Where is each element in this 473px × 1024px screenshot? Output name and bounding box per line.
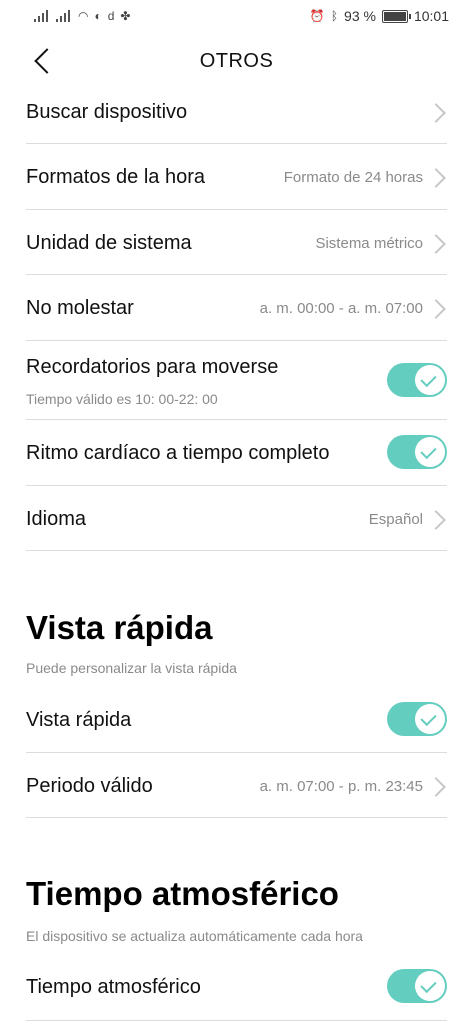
row-idioma[interactable]: Idioma Español	[26, 485, 447, 551]
row-label: Periodo válido	[26, 775, 153, 797]
row-label: Unidad de sistema	[26, 232, 192, 254]
sync-icon: ◐	[94, 9, 102, 23]
section-title-vista: Vista rápida	[26, 609, 213, 646]
row-label: No molestar	[26, 297, 134, 319]
row-label: Ritmo cardíaco a tiempo completo	[26, 442, 330, 464]
wifi-icon: ◠	[78, 9, 89, 23]
battery-percent: 93 %	[344, 8, 376, 24]
check-icon	[415, 365, 445, 395]
row-label: Recordatorios para moverse	[26, 356, 279, 378]
page-title: OTROS	[199, 50, 274, 72]
signal-icon	[56, 10, 72, 22]
row-buscar-dispositivo[interactable]: Buscar dispositivo	[26, 90, 447, 144]
chevron-right-icon	[426, 168, 446, 188]
row-label: Buscar dispositivo	[26, 101, 188, 123]
check-icon	[415, 437, 445, 467]
status-bar: ◠ ◐ d ✤ ⏰ ᛒ 93 % 10:01	[0, 0, 473, 34]
fan-icon: ✤	[120, 9, 131, 23]
row-value: Español	[368, 511, 423, 528]
row-formatos-hora[interactable]: Formatos de la hora Formato de 24 horas	[26, 143, 447, 210]
row-value: a. m. 00:00 - a. m. 07:00	[259, 300, 423, 317]
chevron-right-icon	[426, 103, 446, 123]
chevron-right-icon	[426, 777, 446, 797]
row-ritmo-cardiaco: Ritmo cardíaco a tiempo completo	[26, 419, 447, 486]
d-icon: d	[107, 9, 115, 23]
row-vista-rapida: Vista rápida	[26, 686, 447, 753]
row-recordatorios: Recordatorios para moverse Tiempo válido…	[26, 340, 447, 420]
chevron-right-icon	[426, 299, 446, 319]
row-periodo-valido[interactable]: Periodo válido a. m. 07:00 - p. m. 23:45	[26, 752, 447, 818]
clock: 10:01	[413, 8, 449, 24]
bluetooth-icon: ᛒ	[330, 9, 339, 23]
section-desc-vista: Puede personalizar la vista rápida	[26, 660, 237, 676]
row-subtitle: Tiempo válido es 10: 00-22: 00	[26, 391, 218, 407]
section-desc-tiempo: El dispositivo se actualiza automáticame…	[26, 928, 363, 944]
signal-icon	[34, 10, 50, 22]
row-value: Formato de 24 horas	[283, 169, 423, 186]
alarm-icon: ⏰	[309, 9, 325, 23]
vista-rapida-toggle[interactable]	[387, 702, 447, 736]
row-unidad-sistema[interactable]: Unidad de sistema Sistema métrico	[26, 209, 447, 275]
ritmo-cardiaco-toggle[interactable]	[387, 435, 447, 469]
row-value: Sistema métrico	[315, 235, 423, 252]
row-label: Tiempo atmosférico	[26, 976, 201, 998]
check-icon	[415, 704, 445, 734]
chevron-right-icon	[426, 510, 446, 530]
section-title-tiempo: Tiempo atmosférico	[26, 875, 339, 912]
row-label: Idioma	[26, 508, 87, 530]
status-icons-right: ⏰ ᛒ 93 % 10:01	[310, 8, 449, 24]
recordatorios-toggle[interactable]	[387, 363, 447, 397]
row-label: Vista rápida	[26, 709, 132, 731]
app-header: OTROS	[0, 34, 473, 90]
tiempo-atmosferico-toggle[interactable]	[387, 969, 447, 1003]
check-icon	[415, 971, 445, 1001]
row-no-molestar[interactable]: No molestar a. m. 00:00 - a. m. 07:00	[26, 274, 447, 341]
row-label: Formatos de la hora	[26, 166, 205, 188]
battery-icon	[381, 9, 411, 23]
row-value: a. m. 07:00 - p. m. 23:45	[259, 778, 423, 795]
chevron-right-icon	[426, 234, 446, 254]
row-tiempo-atmosferico: Tiempo atmosférico	[26, 954, 447, 1021]
status-icons-left: ◠ ◐ d ✤	[34, 9, 130, 23]
